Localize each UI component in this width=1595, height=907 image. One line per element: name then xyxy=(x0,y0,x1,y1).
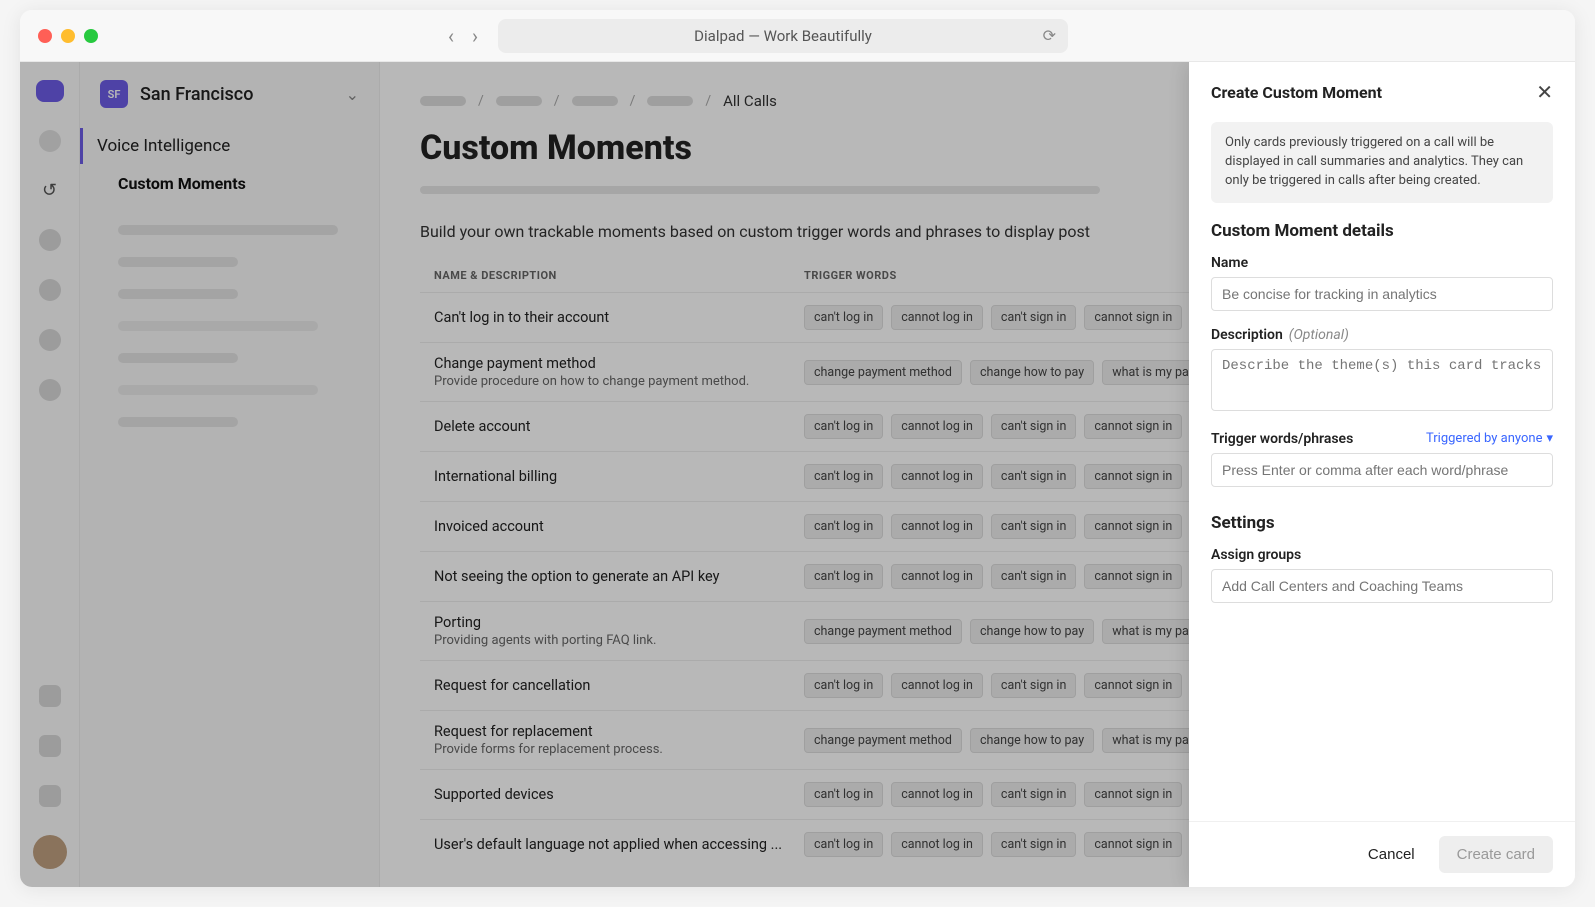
optional-hint: (Optional) xyxy=(1289,327,1349,343)
assign-groups-input[interactable] xyxy=(1211,569,1553,603)
close-window-icon[interactable] xyxy=(38,29,52,43)
create-custom-moment-panel: Create Custom Moment ✕ Only cards previo… xyxy=(1189,62,1575,887)
maximize-window-icon[interactable] xyxy=(84,29,98,43)
name-input[interactable] xyxy=(1211,277,1553,311)
cancel-button[interactable]: Cancel xyxy=(1356,836,1427,873)
caret-down-icon: ▾ xyxy=(1546,431,1553,446)
address-bar[interactable]: Dialpad — Work Beautifully ⟳ xyxy=(498,19,1068,53)
window-controls xyxy=(38,29,98,43)
settings-heading: Settings xyxy=(1211,513,1553,533)
details-heading: Custom Moment details xyxy=(1211,221,1553,241)
titlebar: ‹ › Dialpad — Work Beautifully ⟳ xyxy=(20,10,1575,62)
panel-title: Create Custom Moment xyxy=(1211,83,1382,102)
trigger-words-label: Trigger words/phrases xyxy=(1211,431,1353,447)
reload-icon[interactable]: ⟳ xyxy=(1043,26,1056,45)
name-label: Name xyxy=(1211,255,1553,271)
close-icon[interactable]: ✕ xyxy=(1536,80,1553,104)
description-input[interactable] xyxy=(1211,349,1553,411)
minimize-window-icon[interactable] xyxy=(61,29,75,43)
forward-icon[interactable]: › xyxy=(472,24,478,48)
create-card-button[interactable]: Create card xyxy=(1439,836,1553,873)
page-url-title: Dialpad — Work Beautifully xyxy=(694,27,872,45)
description-label: Description xyxy=(1211,327,1283,343)
info-message: Only cards previously triggered on a cal… xyxy=(1211,122,1553,203)
back-icon[interactable]: ‹ xyxy=(448,24,454,48)
triggered-by-dropdown[interactable]: Triggered by anyone ▾ xyxy=(1426,431,1553,446)
assign-groups-label: Assign groups xyxy=(1211,547,1553,563)
trigger-words-input[interactable] xyxy=(1211,453,1553,487)
